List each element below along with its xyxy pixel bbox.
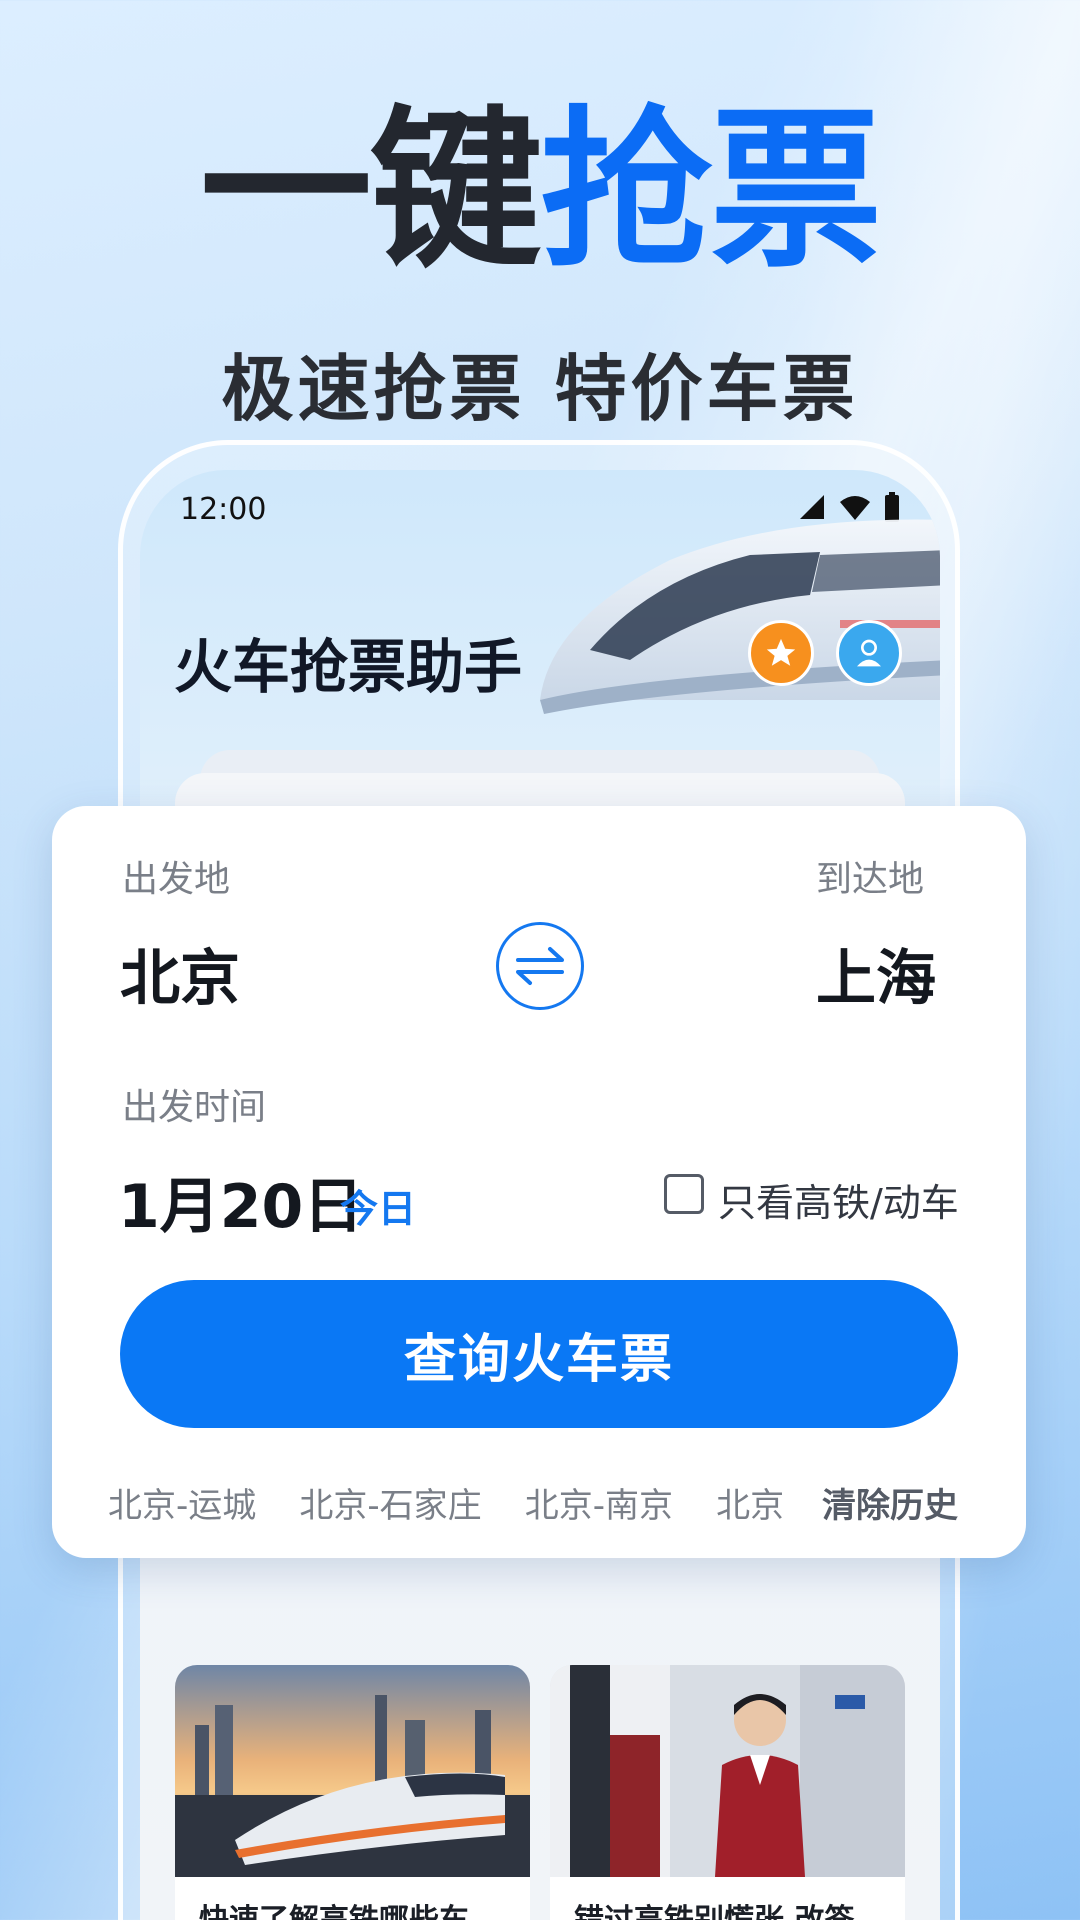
date-today-tag: 今日 (340, 1187, 417, 1231)
to-city[interactable]: 上海 (816, 930, 936, 1017)
headline-dark-text: 一键 (200, 90, 542, 291)
date-label: 出发时间 (122, 1087, 267, 1128)
profile-button[interactable] (836, 620, 902, 686)
favorites-button[interactable] (748, 620, 814, 686)
star-icon (766, 638, 796, 666)
news-card[interactable]: 错过高铁别慌张 改签 (550, 1665, 905, 1920)
promo-headline: 一键抢票 (0, 105, 1080, 277)
news-image-attendant (550, 1665, 905, 1877)
train-illustration (540, 519, 940, 714)
to-label: 到达地 (816, 859, 925, 900)
news-image-train-city (175, 1665, 530, 1877)
promo-subheadline: 极速抢票 特价车票 (221, 347, 859, 431)
from-city[interactable]: 北京 (120, 930, 240, 1017)
swap-icon (516, 947, 564, 985)
app-title: 火车抢票助手 (174, 633, 523, 701)
high-speed-only-checkbox[interactable] (664, 1174, 704, 1214)
status-time: 12:00 (180, 492, 267, 527)
user-icon (857, 639, 881, 667)
history-item[interactable]: 北京-南京 (525, 1486, 673, 1526)
news-card[interactable]: 快速了解高铁哪些车 (175, 1665, 530, 1920)
search-tickets-button[interactable]: 查询火车票 (120, 1280, 958, 1428)
news-title: 错过高铁别慌张 改签 (574, 1895, 905, 1920)
history-item[interactable]: 北京-石家庄 (299, 1486, 481, 1526)
news-title: 快速了解高铁哪些车 (199, 1895, 530, 1920)
date-value[interactable]: 1月20日 (118, 1158, 363, 1245)
history-item[interactable]: 北京 (716, 1486, 784, 1526)
clear-history-button[interactable]: 清除历史 (822, 1478, 958, 1527)
search-history: 北京-运城 北京-石家庄 北京-南京 北京 (108, 1478, 874, 1528)
swap-cities-button[interactable] (496, 922, 584, 1010)
high-speed-only-label[interactable]: 只看高铁/动车 (718, 1172, 959, 1227)
ticket-search-card: 出发地 到达地 北京 上海 出发时间 1月20日 今日 只看高铁/动车 查询火车… (52, 806, 1026, 1558)
news-list: 快速了解高铁哪些车 错过高铁别慌张 改签 (175, 1665, 905, 1920)
from-label: 出发地 (122, 859, 231, 900)
history-item[interactable]: 北京-运城 (108, 1486, 256, 1526)
headline-blue-text: 抢票 (540, 90, 882, 291)
